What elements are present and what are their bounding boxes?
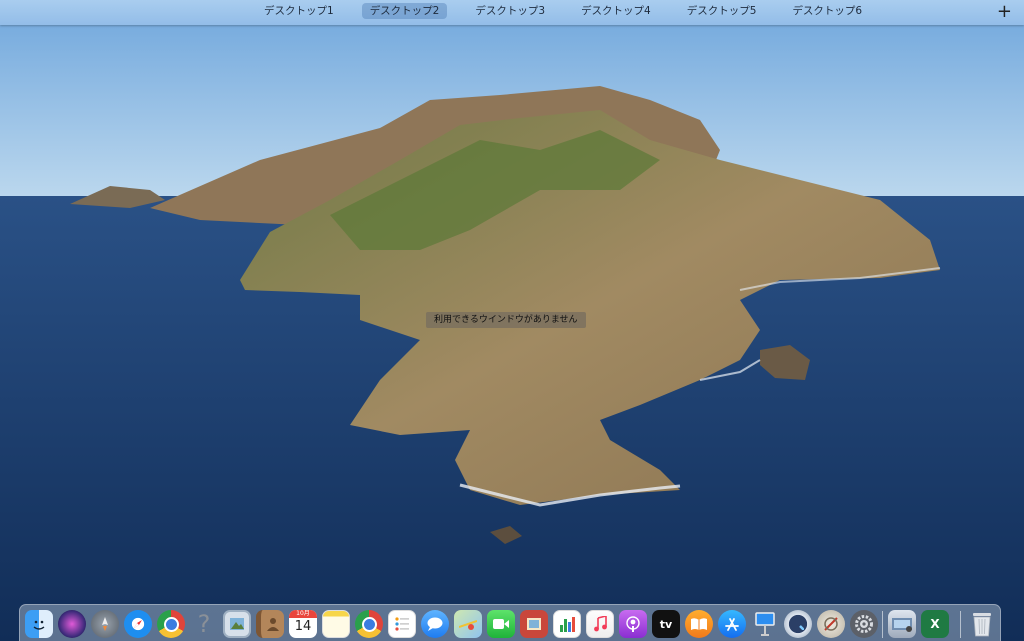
disk-utility-icon[interactable] (817, 610, 845, 638)
keynote-icon[interactable] (751, 610, 779, 638)
dock-separator (882, 611, 883, 638)
numbers-icon[interactable] (553, 610, 581, 638)
spaces-bar: デスクトップ1 デスクトップ2 デスクトップ3 デスクトップ4 デスクトップ5 … (0, 0, 1024, 25)
finder-icon[interactable] (25, 610, 53, 638)
image-capture-icon[interactable] (888, 610, 916, 638)
excel-icon[interactable]: X (921, 610, 949, 638)
preview-icon[interactable] (223, 610, 251, 638)
books-icon[interactable] (685, 610, 713, 638)
messages-icon[interactable] (421, 610, 449, 638)
contacts-icon[interactable] (256, 610, 284, 638)
facetime-icon[interactable] (487, 610, 515, 638)
calendar-icon[interactable]: 10月 14 (289, 610, 317, 638)
system-preferences-icon[interactable] (850, 610, 878, 638)
apple-tv-icon[interactable]: tv (652, 610, 680, 638)
space-tab-6[interactable]: デスクトップ6 (784, 3, 870, 19)
podcasts-icon[interactable] (619, 610, 647, 638)
safari-icon[interactable] (124, 610, 152, 638)
app-store-icon[interactable] (718, 610, 746, 638)
space-tab-3[interactable]: デスクトップ3 (467, 3, 553, 19)
photo-booth-icon[interactable] (520, 610, 548, 638)
maps-icon[interactable] (454, 610, 482, 638)
calendar-day: 14 (294, 619, 312, 634)
spaces-list: デスクトップ1 デスクトップ2 デスクトップ3 デスクトップ4 デスクトップ5 … (256, 3, 890, 21)
no-windows-label: 利用できるウインドウがありません (426, 312, 586, 328)
siri-icon[interactable] (58, 610, 86, 638)
music-icon[interactable] (586, 610, 614, 638)
quicktime-icon[interactable] (784, 610, 812, 638)
dock: ? 10月 14 tv X (19, 604, 1001, 641)
chrome-icon[interactable] (355, 610, 383, 638)
calendar-month: 10月 (289, 610, 317, 618)
space-tab-4[interactable]: デスクトップ4 (573, 3, 659, 19)
space-tab-2[interactable]: デスクトップ2 (361, 3, 448, 19)
space-tab-5[interactable]: デスクトップ5 (679, 3, 765, 19)
space-tab-1[interactable]: デスクトップ1 (256, 3, 342, 19)
reminders-icon[interactable] (388, 610, 416, 638)
notes-icon[interactable] (322, 610, 350, 638)
add-desktop-button[interactable]: + (997, 0, 1012, 23)
trash-icon[interactable] (968, 610, 996, 638)
chrome-icon[interactable] (157, 610, 185, 638)
dock-separator (960, 611, 961, 638)
launchpad-icon[interactable] (91, 610, 119, 638)
help-icon[interactable]: ? (190, 610, 218, 638)
